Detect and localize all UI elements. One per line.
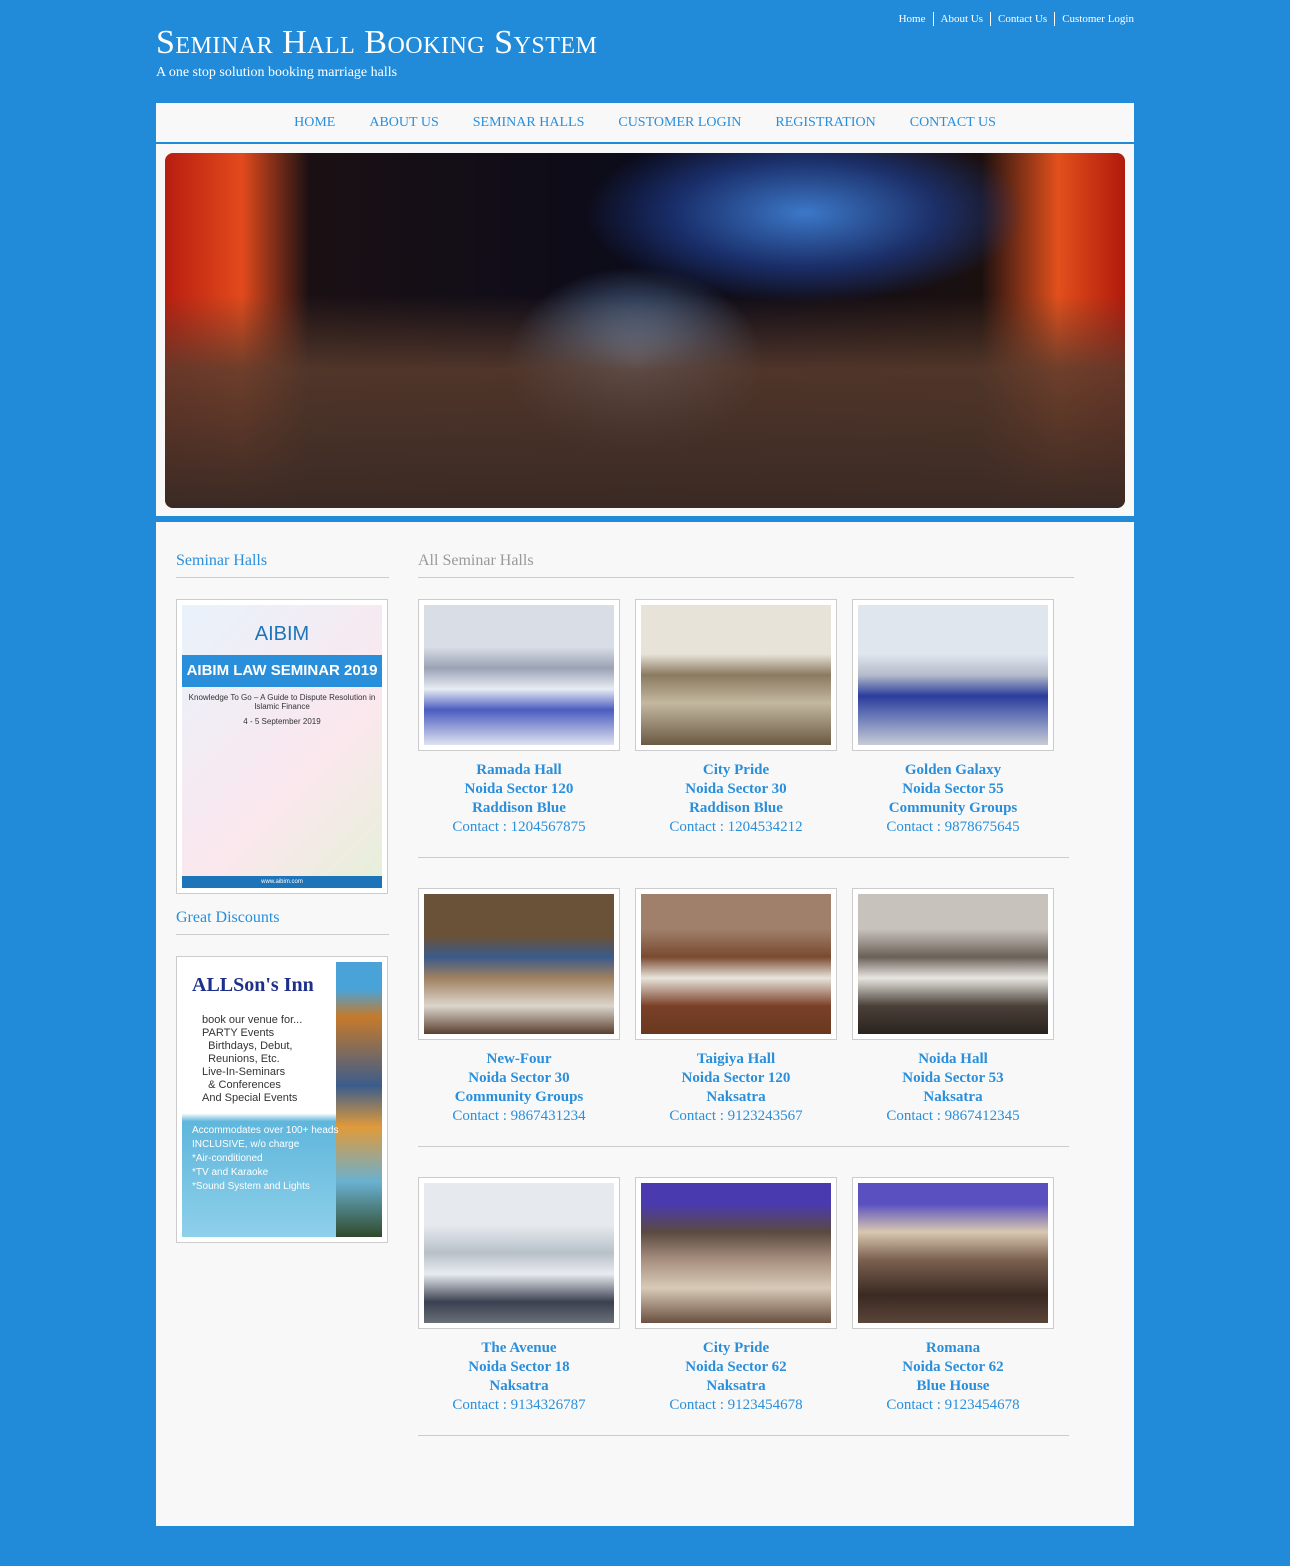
hall-image[interactable] xyxy=(852,1177,1054,1329)
hall-name[interactable]: Noida Hall xyxy=(845,1050,1061,1069)
ad-title: ALLSon's Inn xyxy=(192,974,314,996)
hall-image[interactable] xyxy=(635,888,837,1040)
poster-footer: www.aibim.com xyxy=(182,876,382,888)
poster-subtitle: Knowledge To Go – A Guide to Dispute Res… xyxy=(188,693,376,711)
hall-category: Blue House xyxy=(916,1378,990,1394)
hall-category: Naksatra xyxy=(923,1089,983,1105)
seminar-poster[interactable]: AIBIM AIBIM LAW SEMINAR 2019 Knowledge T… xyxy=(176,599,388,894)
top-link-about[interactable]: About Us xyxy=(932,12,990,26)
hall-contact: Contact : 9123454678 xyxy=(886,1397,1020,1413)
hall-card[interactable]: New-Four Noida Sector 30 Community Group… xyxy=(418,888,620,1126)
hall-contact: Contact : 9867412345 xyxy=(886,1108,1020,1124)
hall-contact: Contact : 9878675645 xyxy=(886,819,1020,835)
hall-image[interactable] xyxy=(418,1177,620,1329)
hall-image[interactable] xyxy=(418,888,620,1040)
main-heading: All Seminar Halls xyxy=(418,552,1074,578)
hall-image[interactable] xyxy=(635,1177,837,1329)
hall-location: Noida Sector 62 xyxy=(902,1359,1004,1375)
hall-contact: Contact : 1204534212 xyxy=(669,819,803,835)
hall-contact: Contact : 9123243567 xyxy=(669,1108,803,1124)
top-links: Home About Us Contact Us Customer Login xyxy=(892,12,1134,26)
main-nav: HOME ABOUT US SEMINAR HALLS CUSTOMER LOG… xyxy=(156,103,1134,142)
poster-title: AIBIM LAW SEMINAR 2019 xyxy=(182,655,382,687)
hall-card[interactable]: Taigiya Hall Noida Sector 120 Naksatra C… xyxy=(635,888,837,1126)
hall-location: Noida Sector 120 xyxy=(464,781,574,797)
banner-image xyxy=(165,153,1125,508)
hall-location: Noida Sector 120 xyxy=(681,1070,791,1086)
sidebar-heading-seminar-halls: Seminar Halls xyxy=(176,552,389,578)
nav-home[interactable]: HOME xyxy=(294,115,335,131)
hall-contact: Contact : 9134326787 xyxy=(452,1397,586,1413)
hall-category: Community Groups xyxy=(454,1089,584,1105)
hall-card[interactable]: Ramada Hall Noida Sector 120 Raddison Bl… xyxy=(418,599,620,837)
hall-location: Noida Sector 55 xyxy=(902,781,1004,797)
hall-name[interactable]: City Pride xyxy=(628,1339,844,1358)
hall-contact: Contact : 9867431234 xyxy=(452,1108,586,1124)
tagline: A one stop solution booking marriage hal… xyxy=(156,65,398,80)
nav-registration[interactable]: REGISTRATION xyxy=(775,115,875,131)
hall-name[interactable]: The Avenue xyxy=(411,1339,627,1358)
hall-card[interactable]: Romana Noida Sector 62 Blue House Contac… xyxy=(852,1177,1054,1415)
poster-date: 4 - 5 September 2019 xyxy=(243,717,321,726)
hall-name[interactable]: Taigiya Hall xyxy=(628,1050,844,1069)
hall-location: Noida Sector 53 xyxy=(902,1070,1004,1086)
row-divider xyxy=(418,1435,1069,1436)
hall-location: Noida Sector 30 xyxy=(468,1070,570,1086)
hall-card[interactable]: City Pride Noida Sector 62 Naksatra Cont… xyxy=(635,1177,837,1415)
hall-image[interactable] xyxy=(418,599,620,751)
banner xyxy=(156,144,1134,516)
hall-name[interactable]: City Pride xyxy=(628,761,844,780)
hall-category: Community Groups xyxy=(888,800,1018,816)
hall-category: Raddison Blue xyxy=(472,800,566,816)
content-area: Seminar Halls AIBIM AIBIM LAW SEMINAR 20… xyxy=(156,522,1134,1526)
hall-location: Noida Sector 18 xyxy=(468,1359,570,1375)
hall-name[interactable]: Ramada Hall xyxy=(411,761,627,780)
discount-ad[interactable]: ALLSon's Inn book our venue for... PARTY… xyxy=(176,956,388,1243)
hall-category: Raddison Blue xyxy=(689,800,783,816)
hall-location: Noida Sector 62 xyxy=(685,1359,787,1375)
nav-customer-login[interactable]: CUSTOMER LOGIN xyxy=(618,115,741,131)
hall-image[interactable] xyxy=(635,599,837,751)
ad-body: book our venue for... PARTY Events Birth… xyxy=(202,1014,303,1104)
hall-card[interactable]: The Avenue Noida Sector 18 Naksatra Cont… xyxy=(418,1177,620,1415)
hall-contact: Contact : 1204567875 xyxy=(452,819,586,835)
hall-category: Naksatra xyxy=(706,1378,766,1394)
hall-name[interactable]: Romana xyxy=(845,1339,1061,1358)
row-divider xyxy=(418,1146,1069,1147)
nav-about-us[interactable]: ABOUT US xyxy=(369,115,438,131)
hall-card[interactable]: City Pride Noida Sector 30 Raddison Blue… xyxy=(635,599,837,837)
site-title: Seminar Hall Booking System xyxy=(156,24,598,61)
hall-image[interactable] xyxy=(852,888,1054,1040)
poster-logo: AIBIM xyxy=(254,623,310,645)
hall-name[interactable]: New-Four xyxy=(411,1050,627,1069)
top-link-customer-login[interactable]: Customer Login xyxy=(1054,12,1134,26)
hall-image[interactable] xyxy=(852,599,1054,751)
hall-name[interactable]: Golden Galaxy xyxy=(845,761,1061,780)
top-link-contact[interactable]: Contact Us xyxy=(989,12,1054,26)
sidebar-heading-great-discounts: Great Discounts xyxy=(176,909,389,935)
nav-contact-us[interactable]: CONTACT US xyxy=(910,115,996,131)
row-divider xyxy=(418,857,1069,858)
hall-category: Naksatra xyxy=(706,1089,766,1105)
hall-location: Noida Sector 30 xyxy=(685,781,787,797)
ad-features: Accommodates over 100+ heads INCLUSIVE, … xyxy=(192,1125,339,1192)
hall-category: Naksatra xyxy=(489,1378,549,1394)
hall-contact: Contact : 9123454678 xyxy=(669,1397,803,1413)
hall-card[interactable]: Golden Galaxy Noida Sector 55 Community … xyxy=(852,599,1054,837)
hall-card[interactable]: Noida Hall Noida Sector 53 Naksatra Cont… xyxy=(852,888,1054,1126)
nav-seminar-halls[interactable]: SEMINAR HALLS xyxy=(473,115,585,131)
top-link-home[interactable]: Home xyxy=(892,12,933,26)
